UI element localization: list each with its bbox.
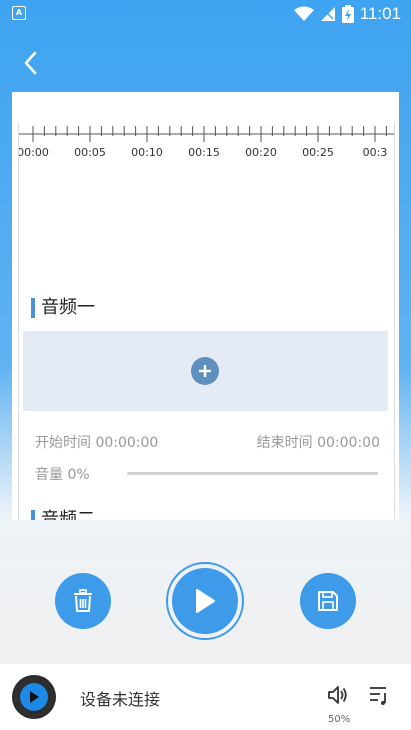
volume-button[interactable]	[326, 684, 348, 710]
audio1-start-time[interactable]: 开始时间 00:00:00	[35, 432, 158, 452]
playlist-button[interactable]	[368, 684, 390, 710]
status-bar: A 11:01	[0, 0, 411, 28]
audio1-add-button[interactable]	[191, 357, 219, 385]
audio2-title: 音频二	[31, 510, 95, 520]
wifi-icon	[293, 6, 314, 21]
ruler-label: 00:25	[302, 146, 334, 159]
audio1-end-time[interactable]: 结束时间 00:00:00	[257, 432, 380, 452]
ruler-label: 00:00	[19, 146, 49, 159]
delete-button[interactable]	[55, 573, 111, 629]
notification-icon: A	[12, 6, 26, 20]
play-button[interactable]	[172, 568, 238, 634]
trash-icon	[74, 589, 92, 612]
mini-play-button[interactable]	[20, 683, 48, 711]
save-button[interactable]	[300, 573, 356, 629]
audio1-volume-row: 音量 0%	[35, 464, 380, 484]
volume-percent: 50%	[328, 714, 351, 725]
audio1-volume-slider[interactable]	[127, 472, 378, 475]
device-status[interactable]: 设备未连接	[80, 686, 160, 710]
ruler-label: 00:05	[74, 146, 106, 159]
playlist-icon	[370, 687, 386, 705]
back-button[interactable]	[18, 50, 44, 76]
player-bar: 设备未连接 50%	[0, 664, 411, 730]
ruler-label: 00:3	[363, 146, 388, 159]
speaker-icon	[328, 686, 347, 704]
audio1-drop-area[interactable]	[23, 331, 388, 411]
save-icon	[318, 591, 338, 611]
plus-icon	[199, 365, 211, 377]
battery-icon	[341, 5, 354, 23]
timeline-ruler-svg: 00:00 00:05 00:10 00:15 00:20 00:25 00:3	[17, 126, 394, 159]
clock: 11:01	[359, 4, 401, 23]
ruler-label: 00:20	[245, 146, 277, 159]
timeline-ruler[interactable]: 00:00 00:05 00:10 00:15 00:20 00:25 00:3	[17, 122, 394, 162]
ruler-label: 00:15	[188, 146, 220, 159]
play-icon	[196, 589, 215, 613]
chevron-left-icon	[24, 51, 37, 75]
audio1-title: 音频一	[31, 298, 95, 318]
audio-editor-card: 00:00 00:05 00:10 00:15 00:20 00:25 00:3 音频一 开…	[12, 92, 399, 520]
ruler-label: 00:10	[131, 146, 163, 159]
scroll-content[interactable]: 00:00 00:05 00:10 00:15 00:20 00:25 00:3 音频一 开…	[17, 122, 395, 520]
album-disc[interactable]	[12, 675, 56, 719]
play-icon	[30, 691, 39, 703]
signal-icon	[320, 7, 335, 21]
audio1-volume-label: 音量 0%	[35, 467, 90, 483]
